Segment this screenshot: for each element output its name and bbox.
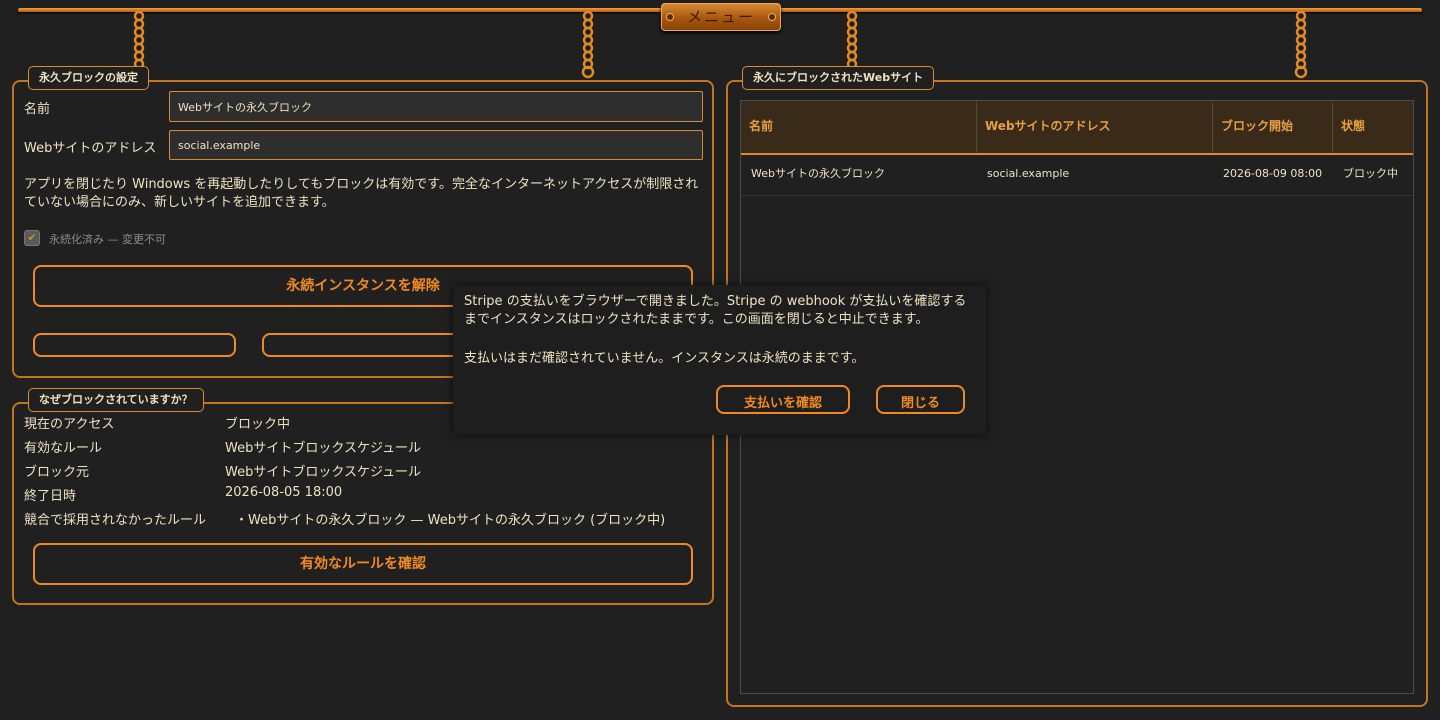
menu-button-label: メニュー [686,8,755,26]
rivet-icon [666,13,674,21]
column-header-start[interactable]: ブロック開始 [1213,101,1333,153]
close-button-label: 閉じる [900,396,940,411]
table-row[interactable]: Webサイトの永久ブロック social.example 2026-08-09 … [741,155,1413,196]
close-button[interactable]: 閉じる [876,385,965,414]
address-field[interactable] [169,130,703,160]
payment-message: Stripe の支払いをブラウザーで開きました。Stripe の webhook… [464,294,967,327]
check-active-rule-button[interactable]: 有効なルールを確認 [33,543,693,585]
persisted-checkbox-label: 永続化済み — 変更不可 [49,233,166,246]
why-row-key: 現在のアクセス [24,417,115,432]
secondary-button[interactable] [262,333,465,357]
rivet-icon [768,13,776,21]
cell-start: 2026-08-09 08:00 [1223,167,1323,180]
confirm-payment-button[interactable]: 支払いを確認 [716,385,850,414]
why-row-key: 終了日時 [24,489,77,504]
cell-status: ブロック中 [1343,167,1398,180]
chain-decoration [1294,10,1308,79]
cell-name: Webサイトの永久ブロック [751,167,885,180]
payment-dialog: Stripe の支払いをブラウザーで開きました。Stripe の webhook… [453,285,986,435]
column-header-status[interactable]: 状態 [1333,101,1413,153]
why-row: 終了日時 2026-08-05 18:00 [24,482,704,506]
address-label: Webサイトのアドレス [24,141,157,156]
why-row-key: 競合で採用されなかったルール [24,513,207,528]
table-header: 名前 Webサイトのアドレス ブロック開始 状態 [741,101,1413,155]
chain-decoration [581,10,595,79]
confirm-payment-button-label: 支払いを確認 [743,396,822,411]
why-row: ブロック元 Webサイトブロックスケジュール [24,458,704,482]
why-row-value: ブロック中 [225,417,291,432]
column-header-address[interactable]: Webサイトのアドレス [977,101,1213,153]
name-label: 名前 [24,102,51,117]
payment-status: 支払いはまだ確認されていません。インスタンスは永続のままです。 [464,351,865,366]
check-active-rule-button-label: 有効なルールを確認 [300,556,426,572]
why-row-value: Webサイトブロックスケジュール [225,465,422,480]
cell-address: social.example [987,167,1070,180]
why-row-value: ・Webサイトの永久ブロック — Webサイトの永久ブロック (ブロック中) [235,513,666,528]
why-row: 競合で採用されなかったルール ・Webサイトの永久ブロック — Webサイトの永… [24,506,704,530]
why-row-key: 有効なルール [24,441,103,456]
persisted-checkbox[interactable]: ✔ [24,230,40,246]
settings-legend: 永久ブロックの設定 [28,66,149,90]
menu-button[interactable]: メニュー [661,3,781,31]
why-row-value: Webサイトブロックスケジュール [225,441,422,456]
why-row: 有効なルール Webサイトブロックスケジュール [24,434,704,458]
unlock-instance-button-label: 永続インスタンスを解除 [286,278,440,294]
blocked-sites-legend: 永久にブロックされたWebサイト [742,66,935,90]
secondary-button[interactable] [33,333,236,357]
why-blocked-legend: なぜブロックされていますか？ [28,388,204,412]
name-field[interactable] [169,91,703,122]
why-row-value: 2026-08-05 18:00 [225,485,343,500]
check-icon: ✔ [27,231,37,244]
settings-description: アプリを閉じたり Windows を再起動したりしてもブロックは有効です。完全な… [24,177,699,210]
column-header-name[interactable]: 名前 [741,101,977,153]
why-row-key: ブロック元 [24,465,90,480]
